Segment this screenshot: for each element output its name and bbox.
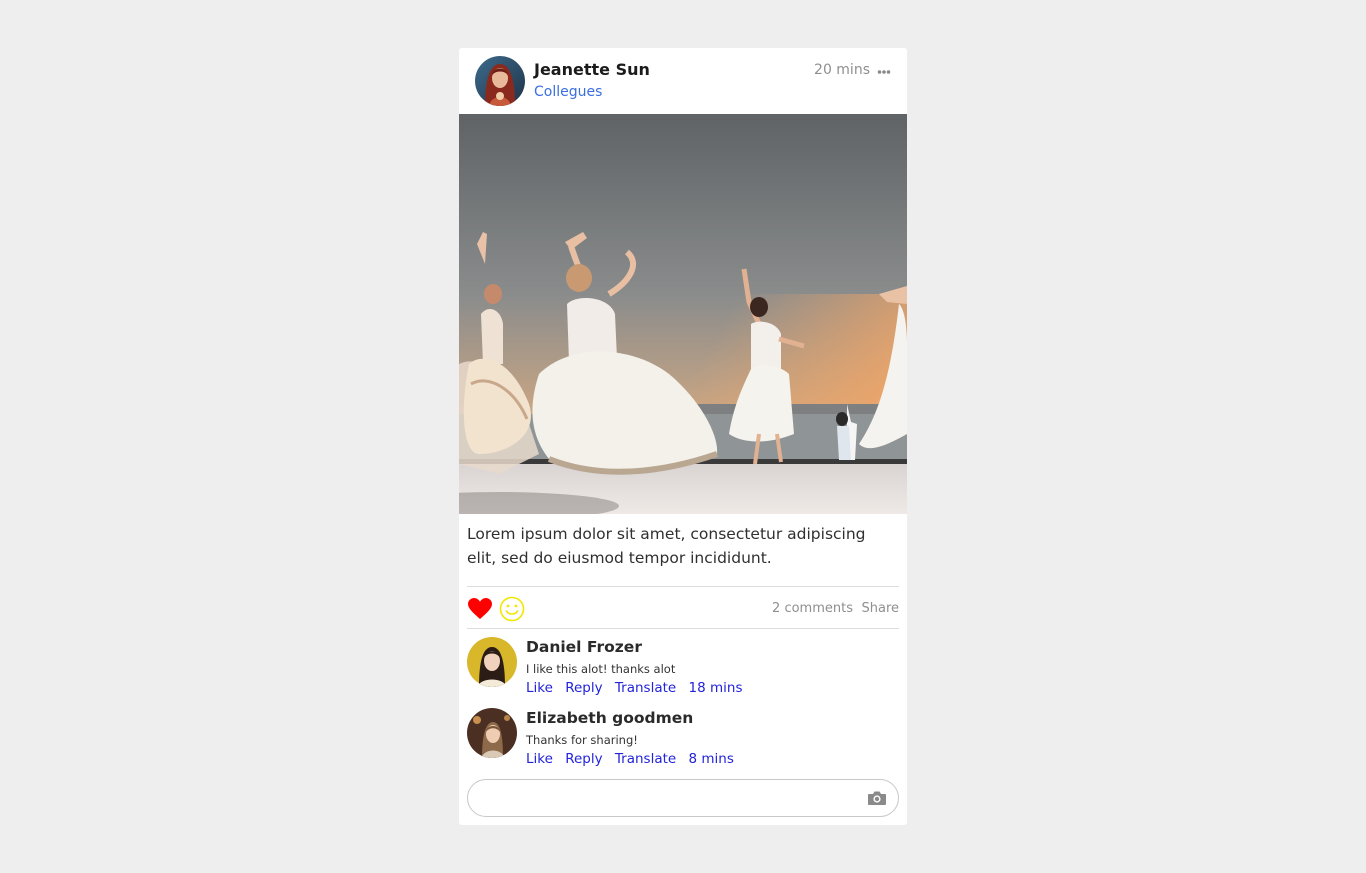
more-dots-icon[interactable] [877, 64, 891, 78]
share-link[interactable]: Share [861, 601, 899, 616]
reactions-top-divider [467, 586, 899, 587]
comment-time: 8 mins [688, 751, 734, 767]
comments-count[interactable]: 2 comments [772, 601, 853, 616]
comment-input[interactable] [482, 786, 856, 812]
reply-link[interactable]: Reply [565, 751, 602, 767]
comment-time: 18 mins [688, 680, 743, 696]
comment: Daniel Frozer I like this alot! thanks a… [467, 637, 899, 701]
comment: Elizabeth goodmen Thanks for sharing! Li… [467, 708, 899, 772]
translate-link[interactable]: Translate [615, 680, 676, 696]
post-photo[interactable] [459, 114, 907, 514]
audience-label[interactable]: Collegues [534, 84, 602, 100]
comment-input-box [467, 779, 899, 817]
avatar-daniel-image [467, 637, 517, 687]
reactions-bottom-divider [467, 628, 899, 629]
heart-icon[interactable] [467, 597, 493, 621]
post-card: Jeanette Sun Collegues 20 mins Lorem ips… [459, 48, 907, 825]
dancers-photo [459, 114, 907, 514]
comment-text: I like this alot! thanks alot [526, 662, 676, 676]
reply-link[interactable]: Reply [565, 680, 602, 696]
like-link[interactable]: Like [526, 751, 553, 767]
like-link[interactable]: Like [526, 680, 553, 696]
comment-avatar[interactable] [467, 637, 517, 687]
avatar-elizabeth-image [467, 708, 517, 758]
smile-icon[interactable] [499, 596, 525, 622]
author-name[interactable]: Jeanette Sun [534, 60, 650, 79]
comment-author[interactable]: Elizabeth goodmen [526, 709, 693, 727]
comment-avatar[interactable] [467, 708, 517, 758]
comment-text: Thanks for sharing! [526, 733, 638, 747]
post-text: Lorem ipsum dolor sit amet, consectetur … [467, 525, 866, 567]
post-time: 20 mins [814, 62, 870, 78]
camera-icon[interactable] [867, 789, 887, 807]
comment-actions: Like Reply Translate 18 mins [526, 680, 750, 696]
post-header: Jeanette Sun Collegues 20 mins [459, 48, 907, 114]
comment-author[interactable]: Daniel Frozer [526, 638, 642, 656]
author-avatar[interactable] [475, 56, 525, 106]
comment-actions: Like Reply Translate 8 mins [526, 751, 742, 767]
reactions-bar: 2 comments Share [467, 595, 899, 623]
author-avatar-image [475, 56, 525, 106]
translate-link[interactable]: Translate [615, 751, 676, 767]
